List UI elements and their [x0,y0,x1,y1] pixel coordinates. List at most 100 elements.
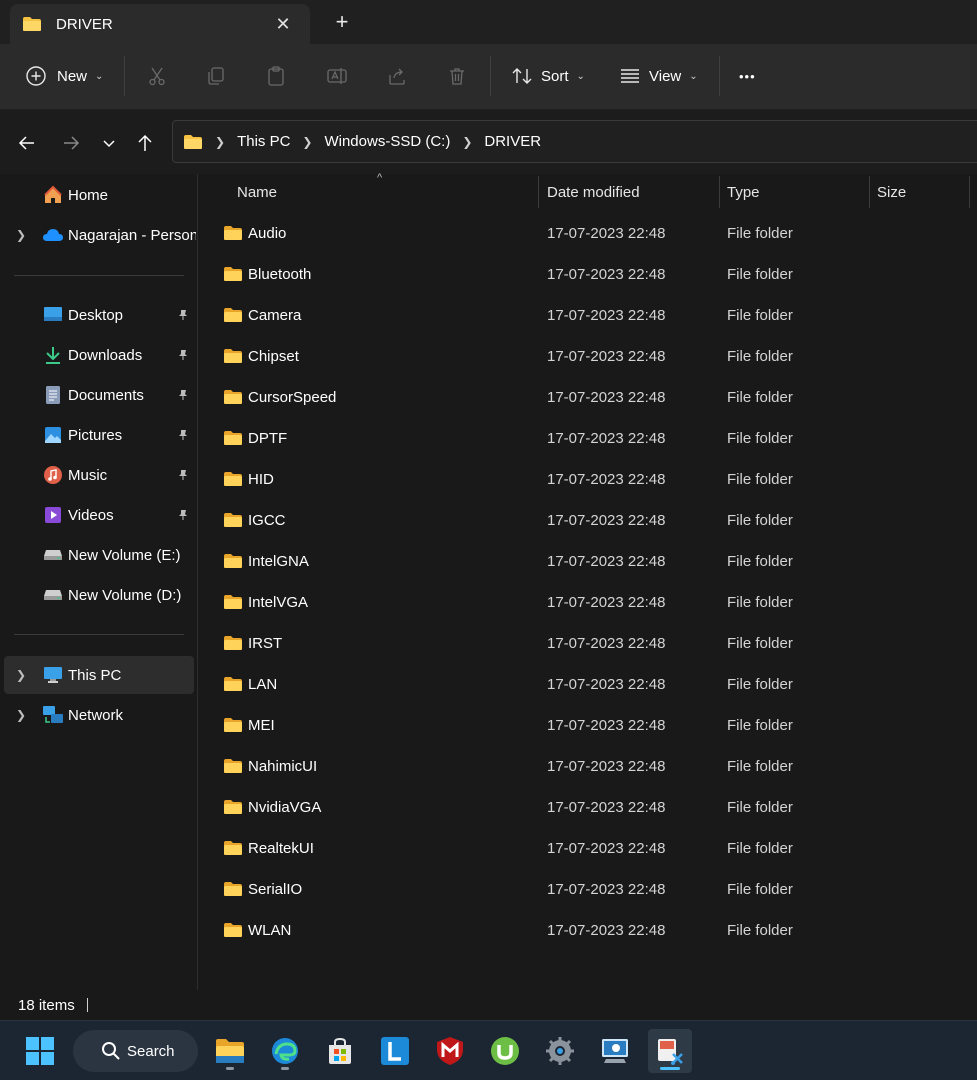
sidebar-item-desktop[interactable]: Desktop [4,296,194,334]
column-header-date-modified[interactable]: Date modified [547,174,717,210]
chevron-down-icon: ⌄ [576,70,585,82]
settings-icon [546,1037,574,1065]
file-row[interactable]: Bluetooth 17-07-2023 22:48 File folder [211,255,971,293]
column-resizer[interactable] [869,176,870,208]
this-pc-icon [42,664,64,686]
file-row[interactable]: MEI 17-07-2023 22:48 File folder [211,706,971,744]
rename-button[interactable] [325,56,349,96]
taskbar-file-explorer[interactable] [208,1029,252,1073]
taskbar-snipping-tool[interactable] [648,1029,692,1073]
up-button[interactable] [132,130,158,156]
sidebar-item-downloads[interactable]: Downloads [4,336,194,374]
taskbar-mcafee[interactable] [428,1029,472,1073]
column-resizer[interactable] [719,176,720,208]
taskbar-lens[interactable] [373,1029,417,1073]
file-row[interactable]: CursorSpeed 17-07-2023 22:48 File folder [211,378,971,416]
sidebar-item-home[interactable]: Home [4,176,194,214]
sidebar-item-music[interactable]: Music [4,456,194,494]
file-type: File folder [727,716,793,734]
sidebar-item-this-pc[interactable]: ❯ This PC [4,656,194,694]
breadcrumb-windows-ssd[interactable]: Windows-SSD (C:) [324,133,450,150]
folder-icon [224,800,242,814]
pin-icon[interactable] [176,348,190,362]
breadcrumb-this-pc[interactable]: This PC [237,133,290,150]
file-name: SerialIO [248,880,303,898]
sidebar-item-new-volume-d[interactable]: New Volume (D:) [4,576,194,614]
pin-icon[interactable] [176,508,190,522]
file-row[interactable]: IRST 17-07-2023 22:48 File folder [211,624,971,662]
file-row[interactable]: HID 17-07-2023 22:48 File folder [211,460,971,498]
file-row[interactable]: IntelGNA 17-07-2023 22:48 File folder [211,542,971,580]
delete-button[interactable] [445,56,469,96]
file-type: File folder [727,634,793,652]
cut-button[interactable] [145,56,169,96]
taskbar-search[interactable]: Search [73,1030,198,1072]
file-name: DPTF [248,429,288,447]
sort-icon [510,64,534,88]
pin-icon[interactable] [176,468,190,482]
file-row[interactable]: LAN 17-07-2023 22:48 File folder [211,665,971,703]
back-button[interactable] [14,130,40,156]
file-row[interactable]: Chipset 17-07-2023 22:48 File folder [211,337,971,375]
copy-button[interactable] [204,56,228,96]
paste-button[interactable] [264,56,288,96]
recent-locations-button[interactable] [96,130,122,156]
column-resizer[interactable] [538,176,539,208]
column-header-type[interactable]: Type [727,174,867,210]
file-row[interactable]: IntelVGA 17-07-2023 22:48 File folder [211,583,971,621]
pictures-icon [42,424,64,446]
close-tab-icon[interactable]: ✕ [272,13,294,35]
column-header-size[interactable]: Size [877,174,967,210]
file-row[interactable]: WLAN 17-07-2023 22:48 File folder [211,911,971,949]
taskbar-edge[interactable] [263,1029,307,1073]
file-row[interactable]: Camera 17-07-2023 22:48 File folder [211,296,971,334]
pin-icon[interactable] [176,428,190,442]
taskbar-store[interactable] [318,1029,362,1073]
share-button[interactable] [385,56,409,96]
chevron-right-icon[interactable]: ❯ [16,668,28,682]
taskbar-settings[interactable] [538,1029,582,1073]
sidebar-item-new-volume-e[interactable]: New Volume (E:) [4,536,194,574]
sidebar-item-network[interactable]: ❯ Network [4,696,194,734]
file-row[interactable]: NvidiaVGA 17-07-2023 22:48 File folder [211,788,971,826]
folder-icon [224,349,242,363]
file-type: File folder [727,798,793,816]
file-row[interactable]: DPTF 17-07-2023 22:48 File folder [211,419,971,457]
column-resizer[interactable] [969,176,970,208]
pin-icon[interactable] [176,388,190,402]
sidebar-item-videos[interactable]: Videos [4,496,194,534]
chevron-right-icon: ❯ [215,134,226,149]
taskbar-utorrent[interactable] [483,1029,527,1073]
breadcrumb-driver[interactable]: DRIVER [484,133,541,150]
file-row[interactable]: RealtekUI 17-07-2023 22:48 File folder [211,829,971,867]
file-name: IntelVGA [248,593,309,611]
arrow-up-icon [138,134,152,151]
sort-button[interactable]: Sort ⌄ [510,56,585,96]
address-bar[interactable]: ❯ This PC ❯ Windows-SSD (C:) ❯ DRIVER [172,120,977,163]
file-type: File folder [727,265,793,283]
file-row[interactable]: IGCC 17-07-2023 22:48 File folder [211,501,971,539]
column-header-name[interactable]: Name [237,174,537,210]
taskbar: Search [0,1020,977,1080]
sidebar-item-onedrive[interactable]: ❯ Nagarajan - Personal [4,216,196,254]
new-button[interactable]: New ⌄ [24,56,103,96]
file-row[interactable]: NahimicUI 17-07-2023 22:48 File folder [211,747,971,785]
view-button[interactable]: View ⌄ [618,56,698,96]
sidebar-item-pictures[interactable]: Pictures [4,416,194,454]
file-row[interactable]: SerialIO 17-07-2023 22:48 File folder [211,870,971,908]
drive-icon [42,584,64,606]
taskbar-remote-desktop[interactable] [593,1029,637,1073]
forward-button[interactable] [58,130,84,156]
new-tab-button[interactable]: + [330,10,354,34]
more-options-button[interactable]: ••• [739,56,756,96]
pin-icon[interactable] [176,308,190,322]
chevron-right-icon[interactable]: ❯ [16,228,28,242]
start-button[interactable] [22,1033,58,1069]
file-name: Chipset [248,347,299,365]
downloads-icon [42,344,64,366]
chevron-right-icon[interactable]: ❯ [16,708,28,722]
sidebar-item-documents[interactable]: Documents [4,376,194,414]
file-row[interactable]: Audio 17-07-2023 22:48 File folder [211,214,971,252]
file-name: Audio [248,224,287,242]
tab-driver[interactable]: DRIVER ✕ [10,4,310,44]
